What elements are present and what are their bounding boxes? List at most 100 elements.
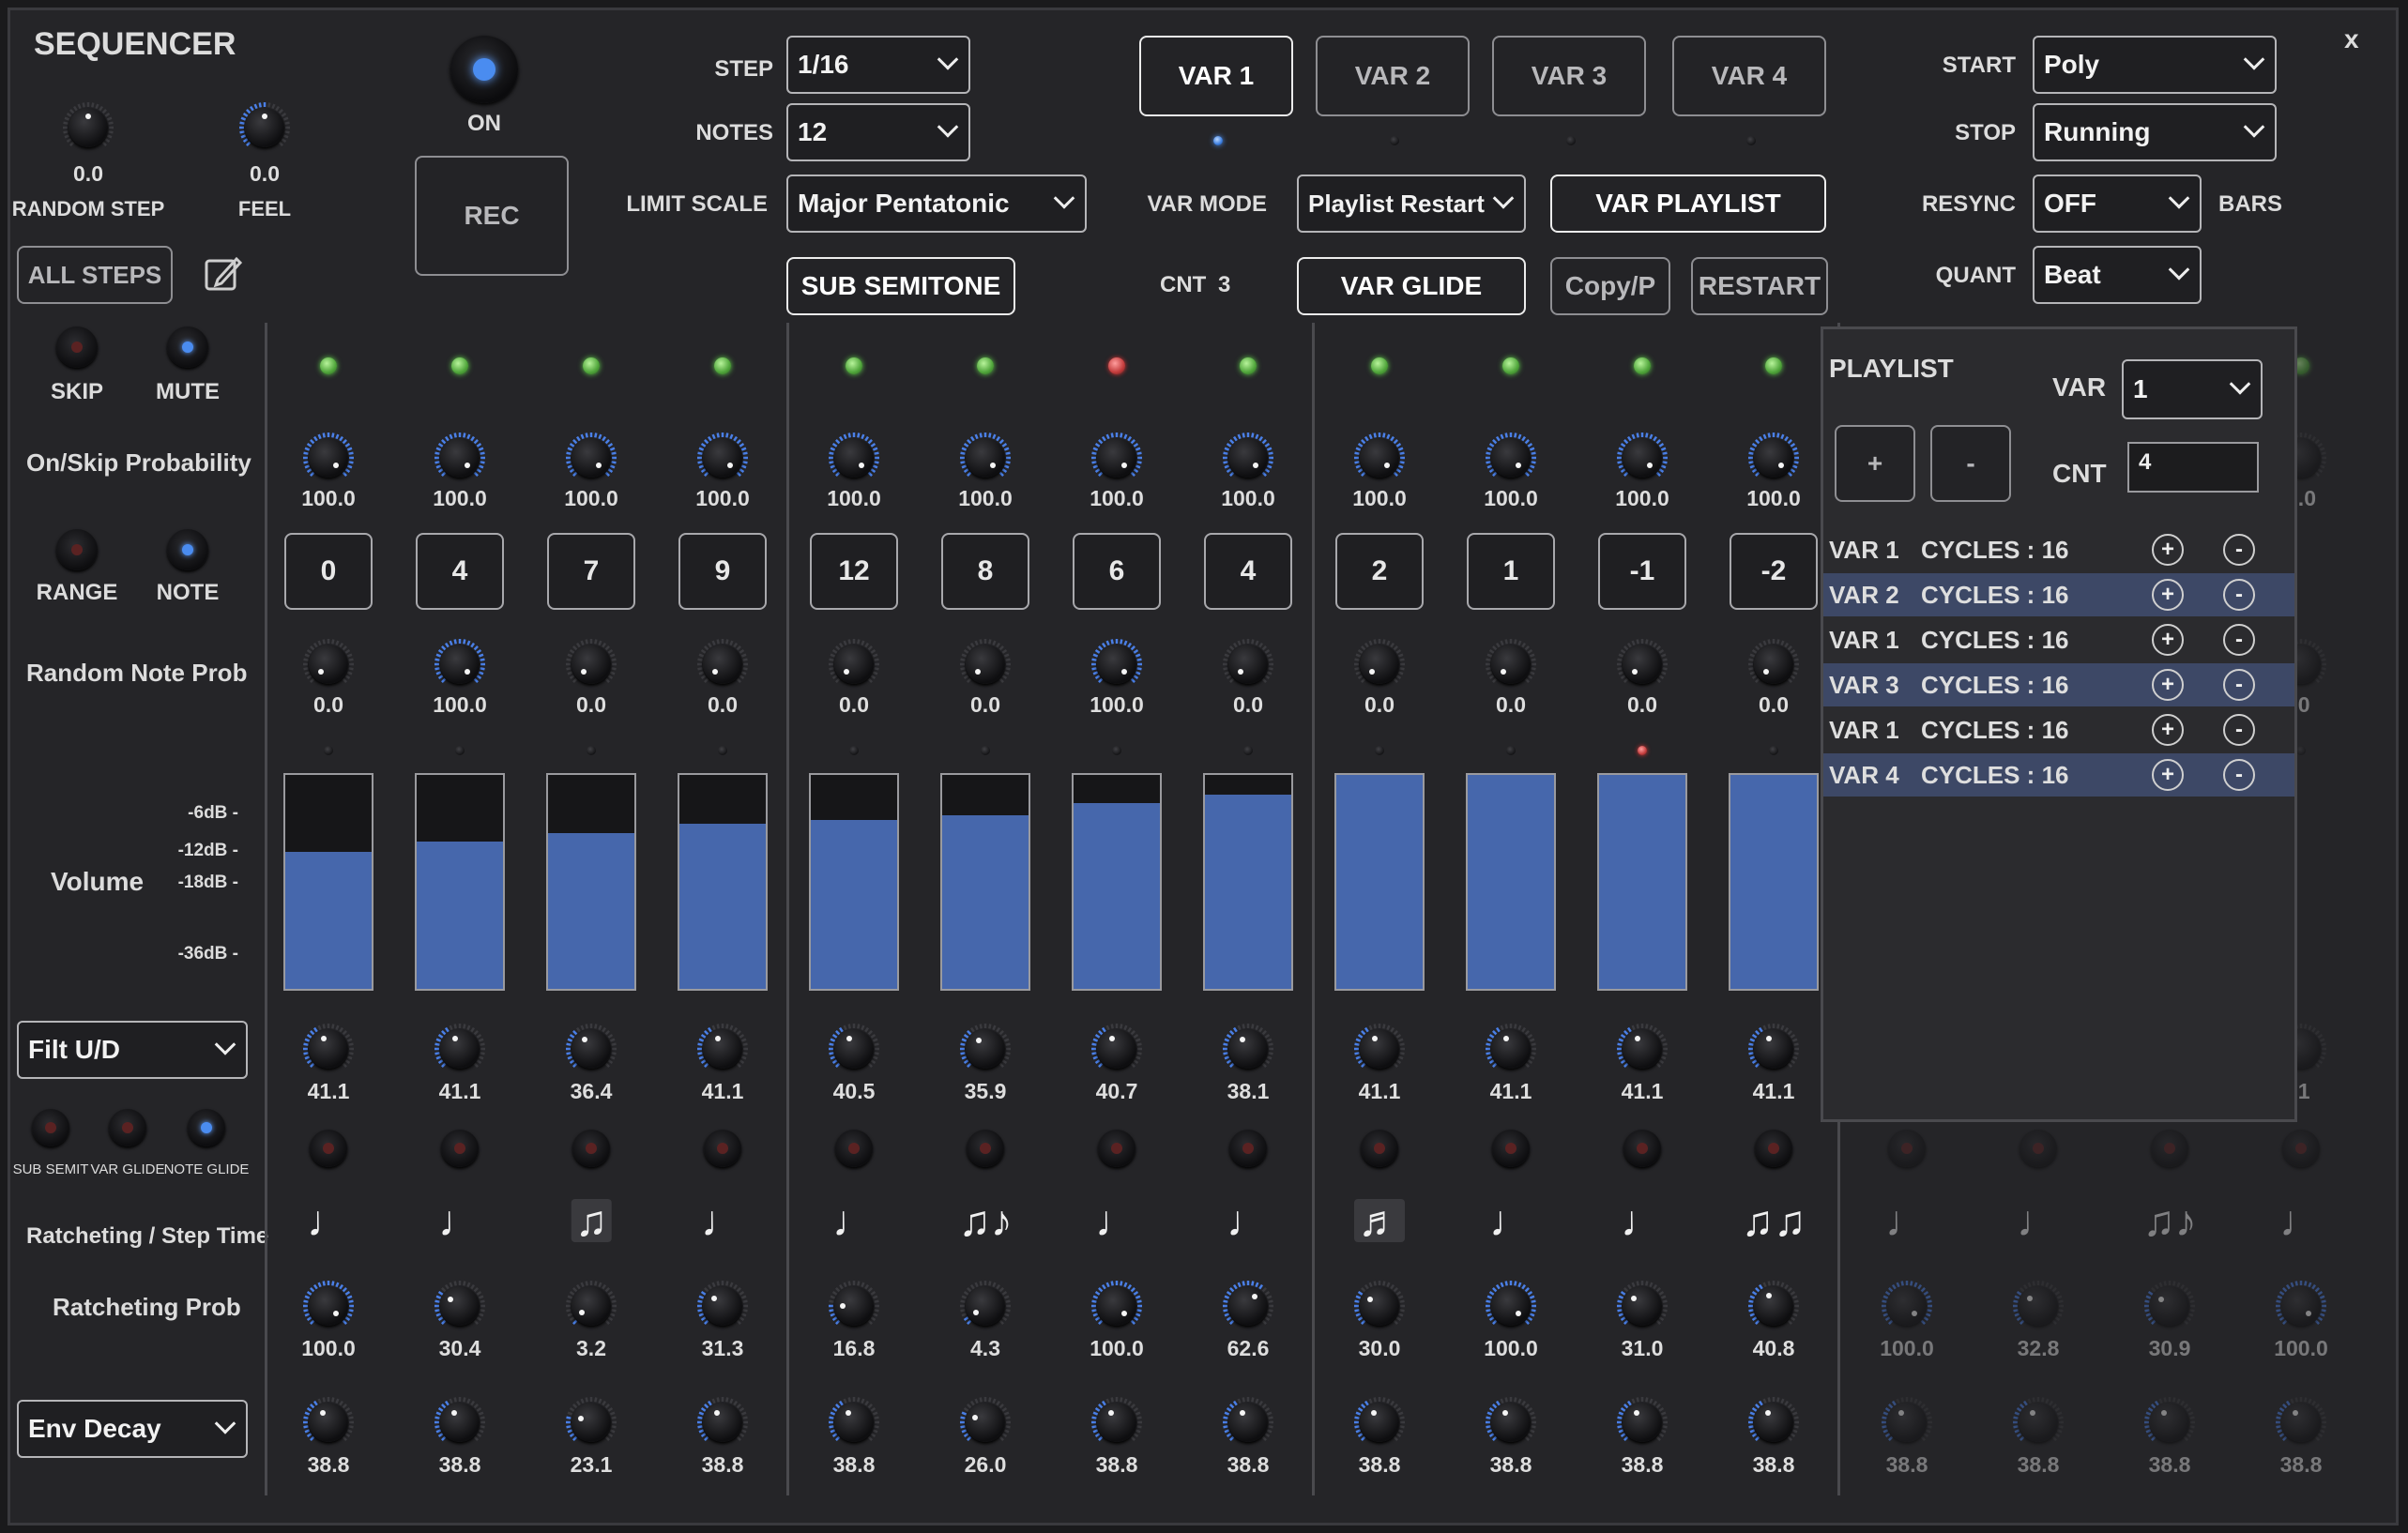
random-note-prob-knob[interactable] <box>1089 636 1145 692</box>
playlist-row-minus-button[interactable]: - <box>2223 534 2255 566</box>
ratchet-note-icon[interactable]: ♩ <box>1621 1199 1664 1242</box>
ratchet-note-icon[interactable]: ♫♪ <box>958 1199 1013 1242</box>
ratchet-note-icon[interactable]: ♩ <box>2017 1199 2060 1242</box>
note-value-box[interactable]: -2 <box>1730 533 1818 610</box>
skip-toggle[interactable] <box>56 326 98 368</box>
random-note-prob-knob[interactable] <box>1483 636 1539 692</box>
ratchet-note-icon[interactable]: ♩ <box>832 1199 876 1242</box>
glide-toggle[interactable] <box>1888 1130 1926 1167</box>
filter-knob[interactable] <box>1614 1021 1670 1077</box>
on-skip-probability-knob[interactable] <box>1483 430 1539 486</box>
env-mode-select[interactable]: Env Decay <box>17 1400 248 1458</box>
random-note-prob-knob[interactable] <box>1220 636 1276 692</box>
volume-bar[interactable] <box>415 773 505 991</box>
playlist-row[interactable]: VAR 1 CYCLES : 16 + - <box>1823 618 2294 661</box>
edit-icon[interactable] <box>203 253 244 295</box>
limit-scale-select[interactable]: Major Pentatonic <box>786 175 1087 233</box>
env-decay-knob[interactable] <box>300 1394 357 1450</box>
filter-knob[interactable] <box>300 1021 357 1077</box>
env-decay-knob[interactable] <box>1220 1394 1276 1450</box>
playlist-row-plus-button[interactable]: + <box>2152 714 2184 746</box>
volume-bar[interactable] <box>546 773 636 991</box>
ratcheting-prob-knob[interactable] <box>694 1278 751 1334</box>
stop-select[interactable]: Running <box>2033 103 2277 161</box>
playlist-row-minus-button[interactable]: - <box>2223 669 2255 701</box>
volume-bar[interactable] <box>1466 773 1556 991</box>
on-skip-probability-knob[interactable] <box>694 430 751 486</box>
filter-knob[interactable] <box>1351 1021 1408 1077</box>
env-decay-knob[interactable] <box>957 1394 1013 1450</box>
ratchet-note-icon[interactable]: ♩ <box>2279 1199 2323 1242</box>
random-note-prob-knob[interactable] <box>300 636 357 692</box>
glide-toggle[interactable] <box>310 1130 347 1167</box>
playlist-row[interactable]: VAR 3 CYCLES : 16 + - <box>1823 663 2294 706</box>
env-decay-knob[interactable] <box>1879 1394 1935 1450</box>
ratchet-note-icon[interactable]: ♩ <box>1489 1199 1532 1242</box>
random-note-prob-knob[interactable] <box>694 636 751 692</box>
ratchet-note-icon[interactable]: ♫♪ <box>2142 1199 2197 1242</box>
var-4-button[interactable]: VAR 4 <box>1672 36 1826 116</box>
power-button[interactable] <box>450 36 518 103</box>
on-skip-probability-knob[interactable] <box>957 430 1013 486</box>
note-value-box[interactable]: 6 <box>1073 533 1161 610</box>
filter-knob[interactable] <box>563 1021 619 1077</box>
note-value-box[interactable]: 12 <box>810 533 898 610</box>
env-decay-knob[interactable] <box>432 1394 488 1450</box>
volume-bar[interactable] <box>1597 773 1687 991</box>
glide-toggle[interactable] <box>1755 1130 1792 1167</box>
start-select[interactable]: Poly <box>2033 36 2277 94</box>
filter-knob[interactable] <box>826 1021 882 1077</box>
env-decay-knob[interactable] <box>1483 1394 1539 1450</box>
env-decay-knob[interactable] <box>1351 1394 1408 1450</box>
note-toggle[interactable] <box>167 529 208 570</box>
playlist-row-minus-button[interactable]: - <box>2223 579 2255 611</box>
volume-bar[interactable] <box>283 773 373 991</box>
volume-bar[interactable] <box>1334 773 1425 991</box>
playlist-row-plus-button[interactable]: + <box>2152 534 2184 566</box>
step-select[interactable]: 1/16 <box>786 36 970 94</box>
playlist-row[interactable]: VAR 4 CYCLES : 16 + - <box>1823 753 2294 797</box>
glide-toggle[interactable] <box>2019 1130 2057 1167</box>
volume-bar[interactable] <box>678 773 768 991</box>
playlist-row-plus-button[interactable]: + <box>2152 759 2184 791</box>
playlist-row-plus-button[interactable]: + <box>2152 624 2184 656</box>
var-glide-toggle[interactable] <box>109 1109 146 1146</box>
range-toggle[interactable] <box>56 529 98 570</box>
ratchet-note-icon[interactable]: ♩ <box>701 1199 744 1242</box>
quant-select[interactable]: Beat <box>2033 246 2202 304</box>
note-value-box[interactable]: 9 <box>678 533 767 610</box>
note-value-box[interactable]: 0 <box>284 533 373 610</box>
glide-toggle[interactable] <box>1229 1130 1267 1167</box>
filter-knob[interactable] <box>1220 1021 1276 1077</box>
random-note-prob-knob[interactable] <box>563 636 619 692</box>
note-value-box[interactable]: 7 <box>547 533 635 610</box>
ratchet-note-icon[interactable]: ♩ <box>438 1199 481 1242</box>
volume-bar[interactable] <box>1729 773 1819 991</box>
glide-toggle[interactable] <box>441 1130 479 1167</box>
ratcheting-prob-knob[interactable] <box>1351 1278 1408 1334</box>
on-skip-probability-knob[interactable] <box>1745 430 1802 486</box>
playlist-remove-button[interactable]: - <box>1930 425 2011 502</box>
ratcheting-prob-knob[interactable] <box>432 1278 488 1334</box>
ratchet-note-icon[interactable]: ♩ <box>1227 1199 1270 1242</box>
ratcheting-prob-knob[interactable] <box>2010 1278 2066 1334</box>
glide-toggle[interactable] <box>2151 1130 2188 1167</box>
sub-semit-toggle[interactable] <box>32 1109 69 1146</box>
on-skip-probability-knob[interactable] <box>1614 430 1670 486</box>
ratcheting-prob-knob[interactable] <box>826 1278 882 1334</box>
mute-toggle[interactable] <box>167 326 208 368</box>
note-value-box[interactable]: 4 <box>1204 533 1292 610</box>
ratchet-note-icon[interactable]: ♬ <box>1354 1199 1405 1242</box>
ratchet-note-icon[interactable]: ♩ <box>1885 1199 1928 1242</box>
note-value-box[interactable]: 8 <box>941 533 1029 610</box>
volume-bar[interactable] <box>809 773 899 991</box>
env-decay-knob[interactable] <box>1614 1394 1670 1450</box>
notes-select[interactable]: 12 <box>786 103 970 161</box>
ratcheting-prob-knob[interactable] <box>1483 1278 1539 1334</box>
resync-select[interactable]: OFF <box>2033 175 2202 233</box>
copy-paste-button[interactable]: Copy/P <box>1550 257 1670 315</box>
ratcheting-prob-knob[interactable] <box>1220 1278 1276 1334</box>
playlist-row-minus-button[interactable]: - <box>2223 624 2255 656</box>
var-1-button[interactable]: VAR 1 <box>1139 36 1293 116</box>
glide-toggle[interactable] <box>2282 1130 2320 1167</box>
